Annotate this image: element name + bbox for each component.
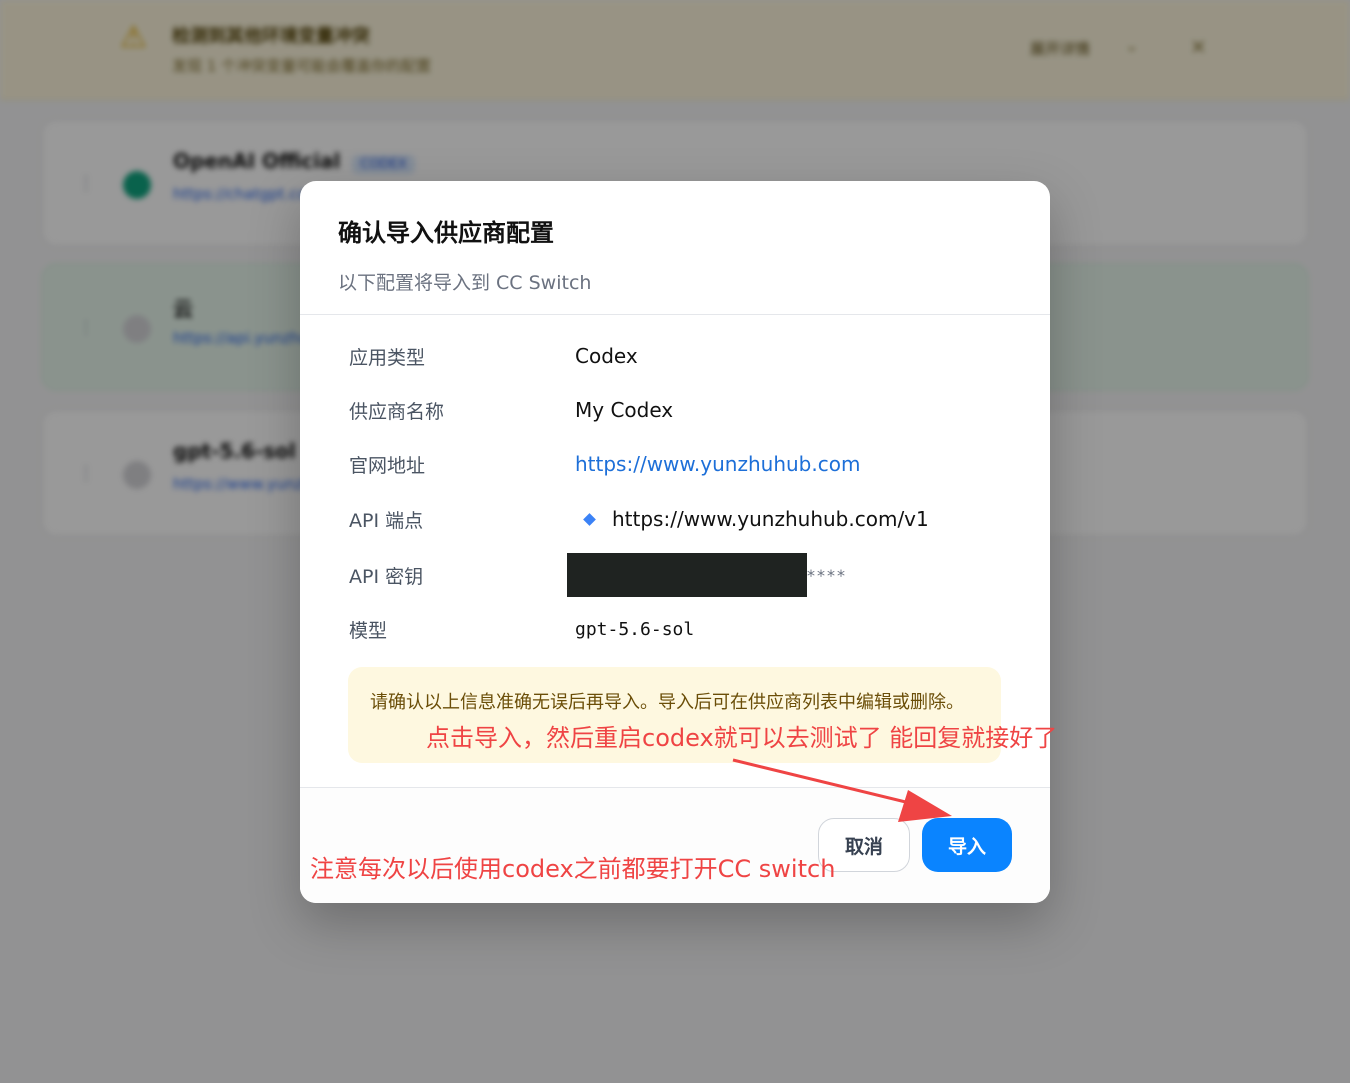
field-label: 模型 [349,619,388,642]
endpoint-diamond-icon [583,512,596,526]
field-api-key: API 密钥 **** [349,553,1009,597]
redacted-api-key [567,553,807,597]
field-api-endpoint: API 端点 https://www.yunzhuhub.com/v1 [349,499,1009,539]
field-label: 供应商名称 [349,400,445,423]
field-label: API 密钥 [349,565,424,588]
field-value: https://www.yunzhuhub.com/v1 [612,507,929,531]
field-value: My Codex [575,398,674,422]
field-label: 应用类型 [349,346,426,369]
field-label: API 端点 [349,509,424,532]
import-confirm-dialog: 确认导入供应商配置 以下配置将导入到 CC Switch 应用类型 Codex … [300,181,1050,903]
field-provider-name: 供应商名称 My Codex [349,390,1009,430]
dialog-title: 确认导入供应商配置 [338,219,554,247]
annotation-click-import: 点击导入，然后重启codex就可以去测试了 能回复就接好了 [426,724,1058,752]
annotation-open-cc-switch: 注意每次以后使用codex之前都要打开CC switch [310,855,836,883]
field-value: Codex [575,344,638,368]
field-model: 模型 gpt-5.6-sol [349,609,1009,649]
field-website: 官网地址 https://www.yunzhuhub.com [349,444,1009,484]
field-app-type: 应用类型 Codex [349,336,1009,376]
field-value: gpt-5.6-sol [575,618,695,640]
import-button[interactable]: 导入 [922,818,1012,872]
api-key-mask: **** [807,565,847,585]
dialog-subtitle: 以下配置将导入到 CC Switch [338,272,592,294]
field-label: 官网地址 [349,454,426,477]
dialog-header: 确认导入供应商配置 以下配置将导入到 CC Switch [300,181,1050,315]
website-link[interactable]: https://www.yunzhuhub.com [575,452,860,476]
